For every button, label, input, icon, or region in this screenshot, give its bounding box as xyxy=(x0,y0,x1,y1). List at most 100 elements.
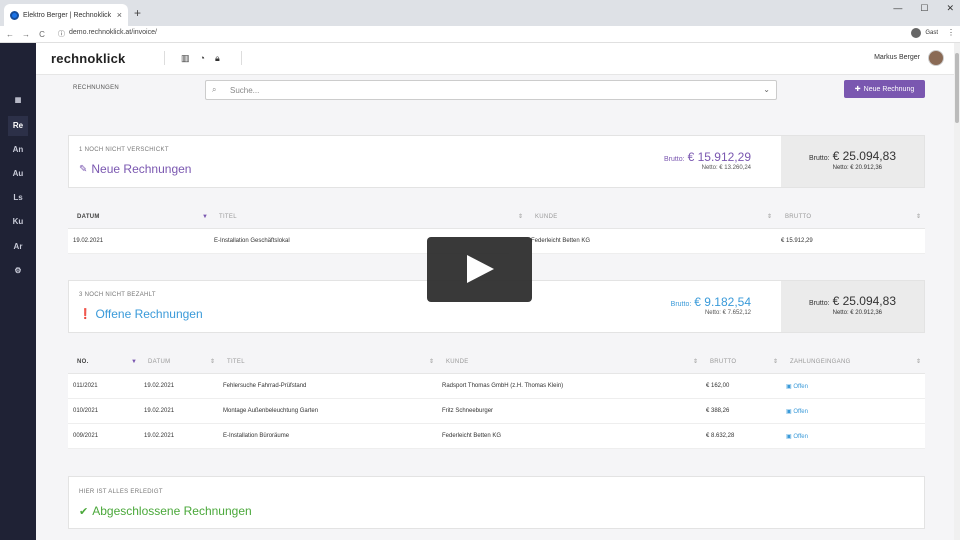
guest-avatar-icon xyxy=(911,28,922,38)
section-title: ✔ Abgeschlossene Rechnungen xyxy=(79,504,252,518)
total-brutto-label: Brutto: xyxy=(808,300,830,307)
cell-datum: 19.02.2021 xyxy=(73,238,104,244)
divider xyxy=(164,51,165,65)
sidebar-item-kunden[interactable]: Ku xyxy=(8,212,28,232)
sidebar-item-lieferscheine[interactable]: Ls xyxy=(8,188,28,208)
netto-sum: Netto: € 7.652,12 xyxy=(704,310,751,316)
toolbar: RECHNUNGEN ⌕ Suche... ⌄ ✚ Neue Rechnung xyxy=(36,75,960,103)
address-bar-row: ← → C ⓘ demo.rechnoklick.at/invoice/ Gas… xyxy=(0,26,960,43)
column-header-kunde[interactable]: KUNDE xyxy=(446,359,469,365)
table-row[interactable]: 011/2021 19.02.2021 Fehlersuche Fahrrad-… xyxy=(68,374,925,399)
sort-icon[interactable]: ⇕ xyxy=(210,358,215,365)
column-header-datum[interactable]: DATUM xyxy=(148,359,170,365)
back-icon[interactable]: ← xyxy=(2,30,18,39)
total-brutto-value: € 25.094,83 xyxy=(832,294,896,308)
section-closed-invoices-summary[interactable]: HIER IST ALLES ERLEDIGT ✔ Abgeschlossene… xyxy=(68,476,925,529)
sidebar-item-settings[interactable]: ⚙ xyxy=(8,261,28,281)
forward-icon[interactable]: → xyxy=(18,30,34,39)
table-row[interactable]: 009/2021 19.02.2021 E-Installation Büror… xyxy=(68,424,925,449)
avatar[interactable] xyxy=(928,50,944,66)
scrollbar-thumb[interactable] xyxy=(955,53,959,123)
tab-close-icon[interactable]: × xyxy=(117,10,122,20)
pencil-icon: ✎ xyxy=(79,163,88,175)
chart-icon[interactable]: ▥ xyxy=(181,53,190,64)
cell-titel: Montage Außenbeleuchtung Garten xyxy=(223,408,319,414)
brutto-value: € 9.182,54 xyxy=(694,295,751,309)
play-icon xyxy=(467,255,494,283)
brutto-value: € 15.912,29 xyxy=(687,150,751,164)
search-icon: ⌕ xyxy=(212,85,217,94)
chevron-down-icon[interactable]: ⌄ xyxy=(763,85,770,94)
pie-chart-icon[interactable]: ◔ xyxy=(200,53,205,64)
cell-kunde: Radsport Thomas GmbH (z.H. Thomas Klein) xyxy=(442,383,564,389)
minimize-button[interactable]: — xyxy=(893,3,902,14)
table-row[interactable]: 010/2021 19.02.2021 Montage Außenbeleuch… xyxy=(68,399,925,424)
payment-status[interactable]: ▣ Offen xyxy=(786,383,808,390)
payment-status[interactable]: ▣ Offen xyxy=(786,433,808,440)
sidebar-item-rechnungen[interactable]: Re xyxy=(8,116,28,136)
maximize-button[interactable]: ☐ xyxy=(920,3,928,14)
total-brutto: Brutto: € 25.094,83 xyxy=(809,294,896,308)
section-new-invoices-summary[interactable]: 1 NOCH NICHT VERSCHICKT ✎ Neue Rechnunge… xyxy=(68,135,925,188)
sidebar-item-dashboard[interactable]: ▦ xyxy=(8,91,28,111)
address-bar[interactable]: ⓘ demo.rechnoklick.at/invoice/ xyxy=(58,29,157,39)
sort-icon[interactable]: ⇕ xyxy=(767,213,772,220)
total-netto: Netto: € 20.912,36 xyxy=(832,310,882,316)
new-invoice-button[interactable]: ✚ Neue Rechnung xyxy=(844,80,925,98)
close-window-button[interactable]: ✕ xyxy=(946,3,954,14)
video-play-button[interactable] xyxy=(427,237,532,302)
column-header-titel[interactable]: TITEL xyxy=(227,359,245,365)
cell-titel: E-Installation Büroräume xyxy=(223,433,290,439)
user-name[interactable]: Markus Berger xyxy=(874,54,920,61)
sort-icon[interactable]: ⇕ xyxy=(518,213,523,220)
window-controls: — ☐ ✕ xyxy=(893,3,954,14)
section-title: ❗ Offene Rechnungen xyxy=(79,307,203,321)
new-invoice-label: Neue Rechnung xyxy=(863,85,915,93)
column-header-brutto[interactable]: BRUTTO xyxy=(785,214,811,220)
scrollbar[interactable] xyxy=(954,43,960,540)
sort-icon[interactable]: ⇕ xyxy=(916,213,921,220)
sort-desc-icon[interactable]: ▼ xyxy=(131,359,137,365)
status-text: Offen xyxy=(793,434,808,440)
status-text: Offen xyxy=(793,384,808,390)
open-invoices-table-header: NO. ▼ DATUM ⇕ TITEL ⇕ KUNDE ⇕ BRUTTO ⇕ Z… xyxy=(68,350,925,374)
new-tab-button[interactable]: + xyxy=(134,6,141,20)
sort-desc-icon[interactable]: ▼ xyxy=(202,214,208,220)
column-header-datum[interactable]: DATUM xyxy=(77,214,100,220)
cell-kunde: Fritz Schneeburger xyxy=(442,408,494,414)
sidebar-item-angebote[interactable]: An xyxy=(8,140,28,160)
app-logo[interactable]: rechnoklick xyxy=(51,51,125,66)
column-header-kunde[interactable]: KUNDE xyxy=(535,214,558,220)
app-sidebar: ▦ Re An Au Ls Ku Ar ⚙ xyxy=(0,43,36,540)
wallet-icon: ▣ xyxy=(786,409,792,415)
section-title-text: Neue Rechnungen xyxy=(91,162,192,176)
total-brutto: Brutto: € 25.094,83 xyxy=(809,149,896,163)
payment-status[interactable]: ▣ Offen xyxy=(786,408,808,415)
browser-menu-icon[interactable]: ⋮ xyxy=(947,28,955,37)
brutto-label: Brutto: xyxy=(663,156,685,163)
search-input[interactable]: ⌕ Suche... ⌄ xyxy=(205,80,777,100)
profile-button[interactable]: Gast xyxy=(911,28,938,38)
sidebar-item-artikel[interactable]: Ar xyxy=(8,237,28,257)
sort-icon[interactable]: ⇕ xyxy=(773,358,778,365)
sidebar-item-auftraege[interactable]: Au xyxy=(8,164,28,184)
section-title: ✎ Neue Rechnungen xyxy=(79,162,191,176)
sort-icon[interactable]: ⇕ xyxy=(916,358,921,365)
site-info-icon[interactable]: ⓘ xyxy=(58,29,65,39)
browser-tab[interactable]: Elektro Berger | Rechnoklick × xyxy=(4,4,128,26)
cell-datum: 19.02.2021 xyxy=(144,408,175,414)
lock-icon[interactable]: 🔒︎ xyxy=(215,53,220,64)
sort-icon[interactable]: ⇕ xyxy=(429,358,434,365)
total-brutto-value: € 25.094,83 xyxy=(832,149,896,163)
column-header-no[interactable]: NO. xyxy=(77,359,89,365)
column-header-zahlungeingang[interactable]: ZAHLUNGEINGANG xyxy=(790,359,851,365)
column-header-brutto[interactable]: BRUTTO xyxy=(710,359,736,365)
column-header-titel[interactable]: TITEL xyxy=(219,214,237,220)
divider xyxy=(241,51,242,65)
reload-icon[interactable]: C xyxy=(34,30,50,39)
sort-icon[interactable]: ⇕ xyxy=(693,358,698,365)
check-icon: ✔ xyxy=(79,505,89,518)
cell-kunde: Federleicht Betten KG xyxy=(531,238,591,244)
brutto-sum: Brutto: € 15.912,29 xyxy=(664,150,751,164)
cell-titel: E-Installation Geschäftslokal xyxy=(214,238,290,244)
